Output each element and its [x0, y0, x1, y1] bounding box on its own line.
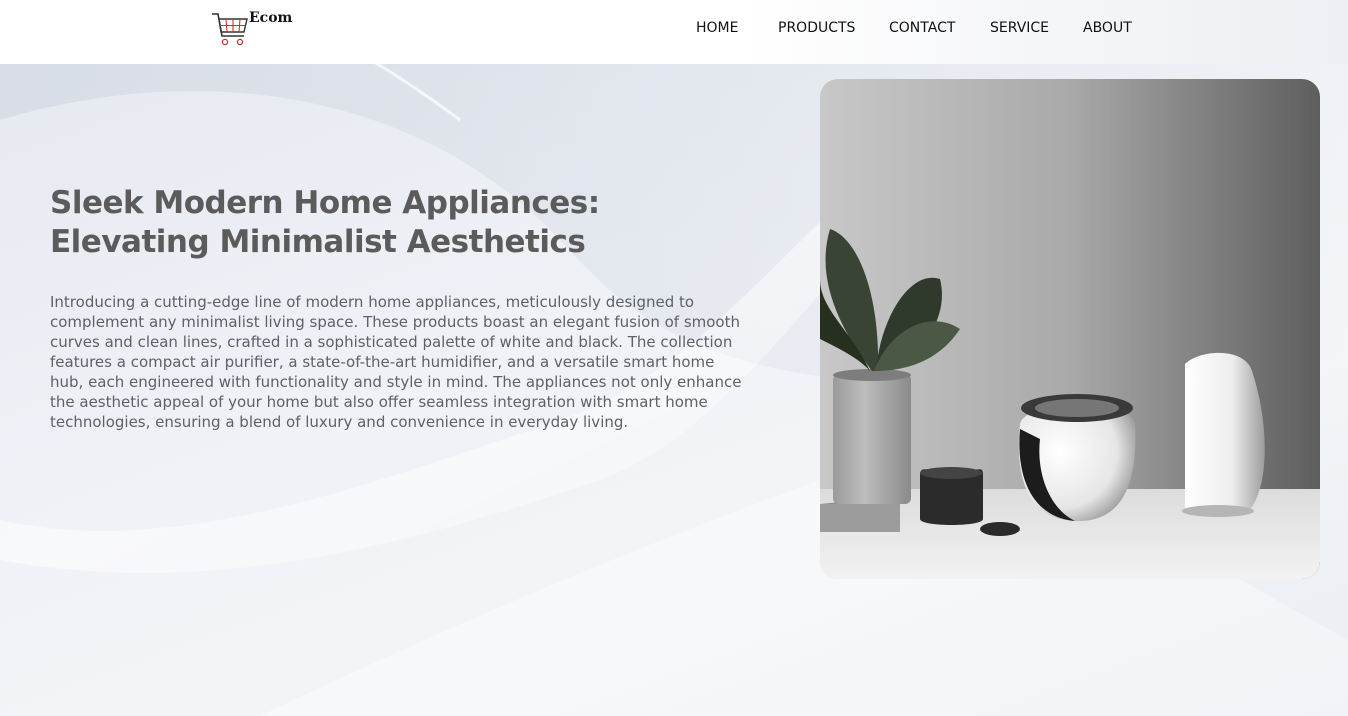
brand-name: Ecom: [249, 10, 293, 26]
nav-products[interactable]: PRODUCTS: [778, 20, 855, 36]
hero-description: Introducing a cutting-edge line of moder…: [50, 293, 742, 431]
nav-contact[interactable]: CONTACT: [889, 20, 955, 36]
hero-title: Sleek Modern Home Appliances: Elevating …: [50, 185, 600, 260]
nav-about[interactable]: ABOUT: [1083, 20, 1132, 36]
shopping-cart-icon: [212, 13, 248, 46]
site-header: Ecom HOME PRODUCTS CONTACT SERVICE ABOUT: [0, 0, 1348, 64]
nav-service[interactable]: SERVICE: [990, 20, 1049, 36]
nav-home[interactable]: HOME: [696, 20, 738, 36]
product-showcase-image: [820, 79, 1320, 579]
